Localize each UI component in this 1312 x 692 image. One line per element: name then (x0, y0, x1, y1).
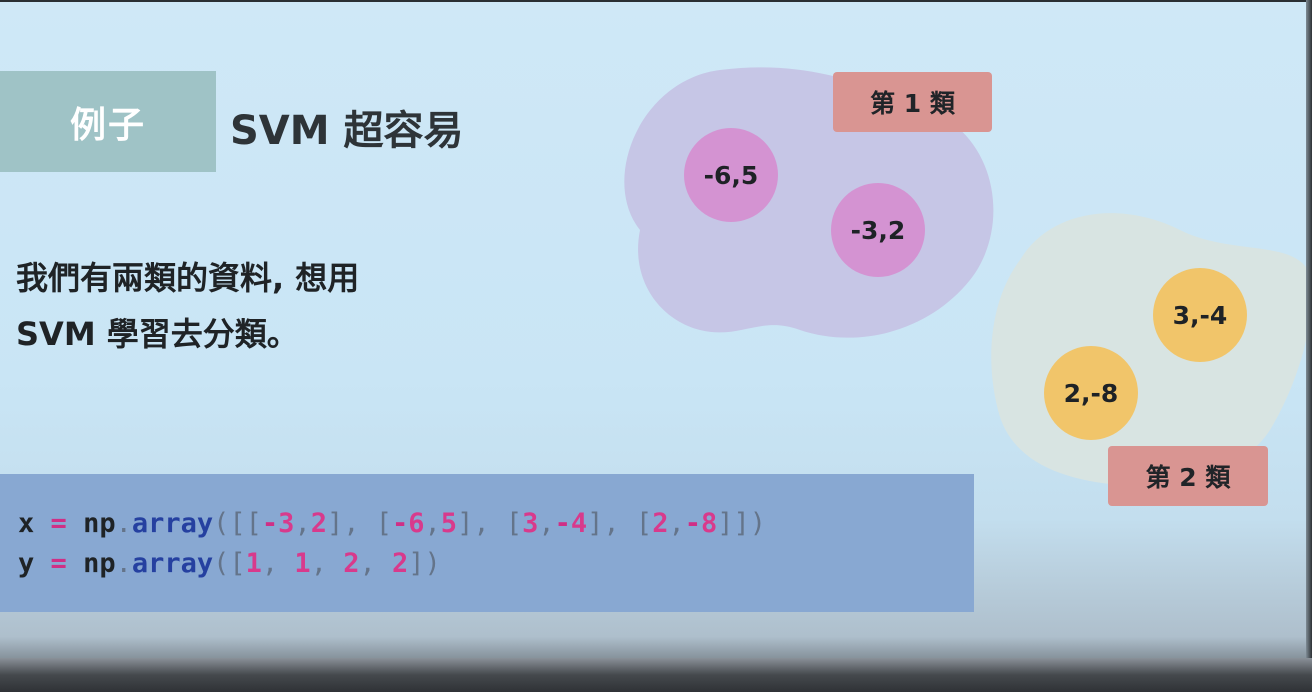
code-token: 4 (570, 508, 588, 539)
code-function: array (131, 508, 214, 539)
class-2-blob-shape (991, 213, 1312, 486)
description-line-2: SVM 學習去分類。 (16, 315, 299, 353)
code-module: np (83, 548, 116, 579)
code-block: x = np.array([[-3,2], [-6,5], [3,-4], [2… (0, 474, 974, 612)
class-2-label: 第 2 類 (1108, 446, 1268, 506)
code-token: , (359, 548, 392, 579)
code-token: 6 (408, 508, 425, 539)
code-token: 1 (245, 548, 262, 579)
slide-title: SVM 超容易 (230, 108, 464, 154)
code-equals: = (50, 548, 67, 579)
code-token: 2 (391, 548, 409, 579)
code-token: ([ (213, 548, 246, 579)
code-var: x (18, 508, 35, 539)
code-token: , (310, 548, 344, 579)
code-token: 2 (310, 508, 327, 539)
code-function: array (131, 548, 214, 579)
code-args: ([1, 1, 2, 2]) (213, 548, 441, 579)
example-tag: 例子 (0, 71, 216, 172)
code-token: ], [ (457, 508, 523, 539)
top-border (0, 0, 1312, 2)
code-token: - (261, 508, 279, 539)
video-bottom-bar (0, 658, 1312, 692)
slide-description: 我們有兩類的資料, 想用 SVM 學習去分類。 (16, 250, 359, 362)
point-class-2: 2,-8 (1044, 346, 1138, 440)
code-line-y: y = np.array([1, 1, 2, 2]) (18, 548, 441, 579)
code-token: , (424, 508, 441, 539)
code-token: 3 (522, 508, 539, 539)
code-args: ([[-3,2], [-6,5], [3,-4], [2,-8]]) (213, 508, 766, 539)
code-token: - (684, 508, 701, 539)
code-token: ]) (408, 548, 441, 579)
code-token: , (294, 508, 311, 539)
code-token: 3 (278, 508, 295, 539)
code-var: y (18, 548, 35, 579)
code-module: np (83, 508, 116, 539)
code-equals: = (50, 508, 67, 539)
point-class-1: -3,2 (831, 183, 925, 277)
example-tag-label: 例子 (69, 104, 146, 146)
code-dot: . (115, 548, 132, 579)
code-token: , (668, 508, 685, 539)
description-line-1: 我們有兩類的資料, 想用 (16, 259, 360, 297)
code-token: - (392, 508, 409, 539)
code-token: 1 (294, 548, 311, 579)
code-token: ]]) (717, 508, 767, 539)
code-dot: . (115, 508, 132, 539)
code-token: 5 (440, 508, 458, 539)
code-token: ], [ (587, 508, 653, 539)
point-class-2: 3,-4 (1153, 268, 1247, 362)
code-token: , (538, 508, 555, 539)
code-token: , (261, 548, 295, 579)
code-token: 2 (652, 508, 669, 539)
code-token: - (554, 508, 571, 539)
class-1-label: 第 1 類 (833, 72, 992, 132)
code-line-x: x = np.array([[-3,2], [-6,5], [3,-4], [2… (18, 508, 766, 539)
code-token: ], [ (326, 508, 392, 539)
code-token: 8 (700, 508, 718, 539)
code-token: 2 (343, 548, 360, 579)
point-class-1: -6,5 (684, 128, 778, 222)
window-edge (1306, 0, 1312, 692)
code-token: ([[ (213, 508, 262, 539)
